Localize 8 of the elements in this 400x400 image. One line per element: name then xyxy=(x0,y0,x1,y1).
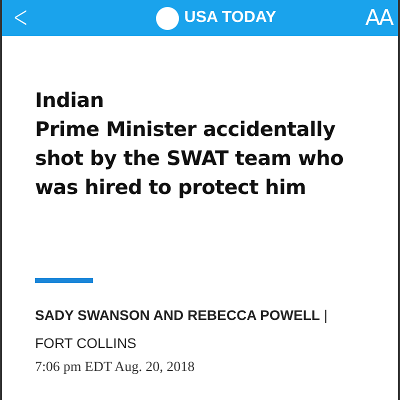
headline: Indian Prime Minister accidentally shot by the SWAT team who was hired to protect him xyxy=(35,87,344,201)
accent-bar xyxy=(35,278,93,283)
byline: SADY SWANSON AND REBECCA POWELL | FORT COLLINS xyxy=(35,306,328,353)
back-button[interactable]: < xyxy=(10,3,31,33)
text-size-button[interactable]: AA xyxy=(365,6,392,30)
timestamp: 7:06 pm EDT Aug. 20, 2018 xyxy=(35,360,196,376)
logo-circle-icon xyxy=(156,6,180,30)
brand-name: USA TODAY xyxy=(184,9,276,27)
